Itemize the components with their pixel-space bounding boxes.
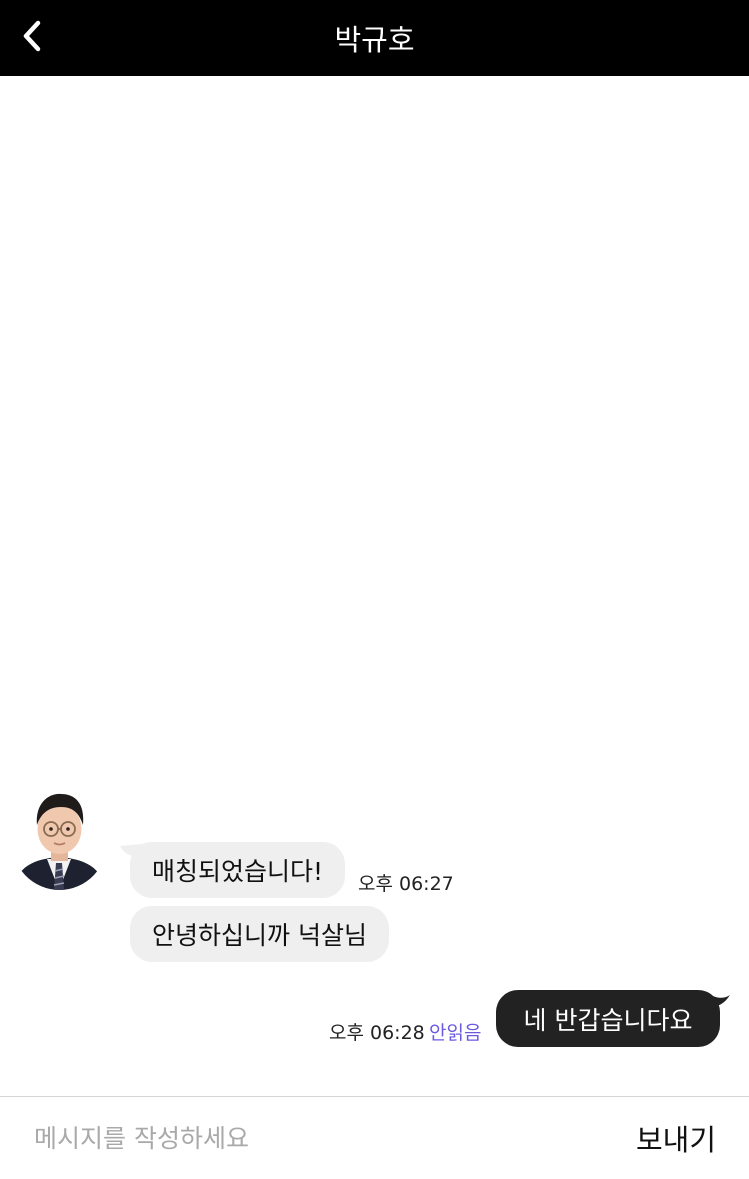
message-text: 매칭되었습니다! <box>152 857 324 886</box>
message-text: 안녕하십니까 넉살님 <box>152 921 367 950</box>
unread-status: 안읽음 <box>429 1022 482 1044</box>
message-input[interactable] <box>22 1111 582 1165</box>
message-text: 네 반갑습니다요 <box>523 1005 693 1035</box>
app-header: 박규호 <box>0 0 749 76</box>
send-button[interactable]: 보내기 <box>620 1111 732 1165</box>
partner-avatar[interactable] <box>11 789 108 890</box>
received-message-bubble[interactable]: 안녕하십니까 넉살님 <box>130 906 389 962</box>
message-composer: 보내기 <box>0 1096 749 1179</box>
message-timestamp: 오후 06:28 <box>329 1022 425 1044</box>
message-timestamp: 오후 06:27 <box>358 873 454 895</box>
sent-message-bubble[interactable]: 네 반갑습니다요 <box>496 990 720 1047</box>
received-message-bubble[interactable]: 매칭되었습니다! <box>130 842 346 898</box>
chat-partner-name: 박규호 <box>334 23 415 57</box>
